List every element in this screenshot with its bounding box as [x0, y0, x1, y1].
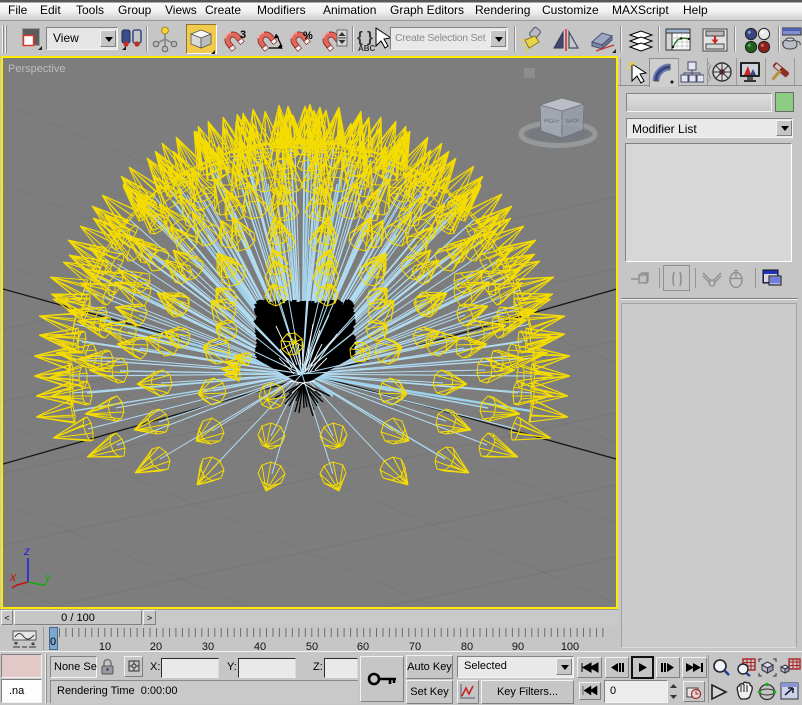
svg-text:100: 100 — [561, 641, 579, 651]
svg-text:20: 20 — [150, 641, 162, 651]
svg-text:ABC: ABC — [358, 44, 376, 53]
svg-text:10: 10 — [99, 641, 111, 651]
svg-text:70: 70 — [409, 641, 421, 651]
svg-text:80: 80 — [461, 641, 473, 651]
svg-text:40: 40 — [254, 641, 266, 651]
svg-text:z: z — [23, 544, 30, 558]
svg-text:60: 60 — [357, 641, 369, 651]
svg-text:30: 30 — [202, 641, 214, 651]
svg-text:%: % — [303, 30, 313, 42]
svg-text:x: x — [9, 570, 17, 584]
svg-text:y: y — [44, 570, 52, 584]
svg-text:BACK: BACK — [566, 118, 581, 125]
svg-text:90: 90 — [512, 641, 524, 651]
svg-text:3: 3 — [240, 29, 246, 41]
svg-text:50: 50 — [306, 641, 318, 651]
svg-text:Perspective: Perspective — [8, 63, 65, 75]
